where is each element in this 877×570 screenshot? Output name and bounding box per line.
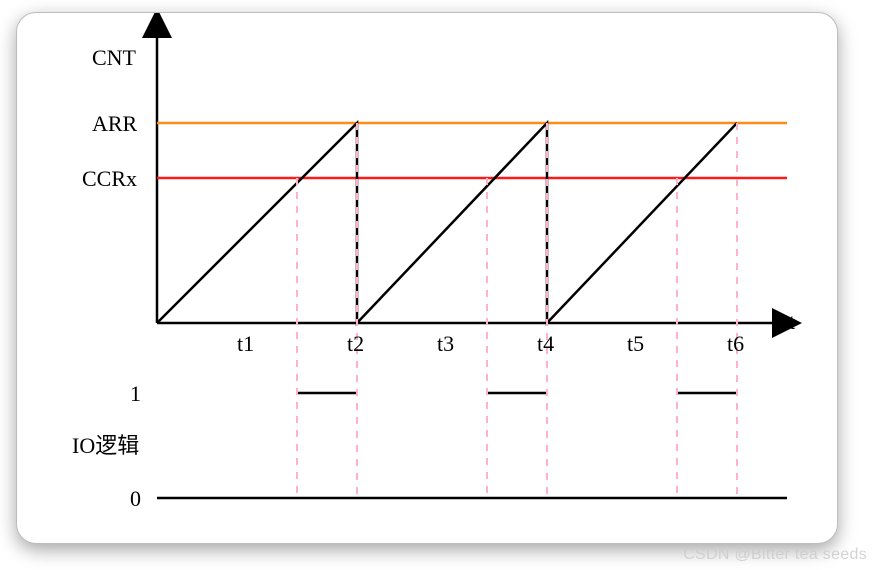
logic-low-label: 0 [130,486,141,511]
tick-t2: t2 [347,331,364,356]
tick-t4: t4 [537,331,554,356]
tick-t5: t5 [627,331,644,356]
diagram-card: CNT ARR CCRx t t1 t2 t3 t4 t5 t6 1 IO逻辑 … [16,12,838,544]
logic-high-label: 1 [130,381,141,406]
tick-t6: t6 [727,331,744,356]
pwm-diagram-svg: CNT ARR CCRx t t1 t2 t3 t4 t5 t6 1 IO逻辑 … [17,13,837,543]
y-axis-label: CNT [92,45,137,70]
x-axis-label: t [789,309,795,334]
tick-t1: t1 [237,331,254,356]
watermark-text: CSDN @Bitter tea seeds [683,546,867,564]
tick-t3: t3 [437,331,454,356]
cnt-sawtooth [157,123,737,323]
io-logic-label: IO逻辑 [72,433,139,458]
arr-label: ARR [92,111,138,136]
ccrx-label: CCRx [82,166,137,191]
